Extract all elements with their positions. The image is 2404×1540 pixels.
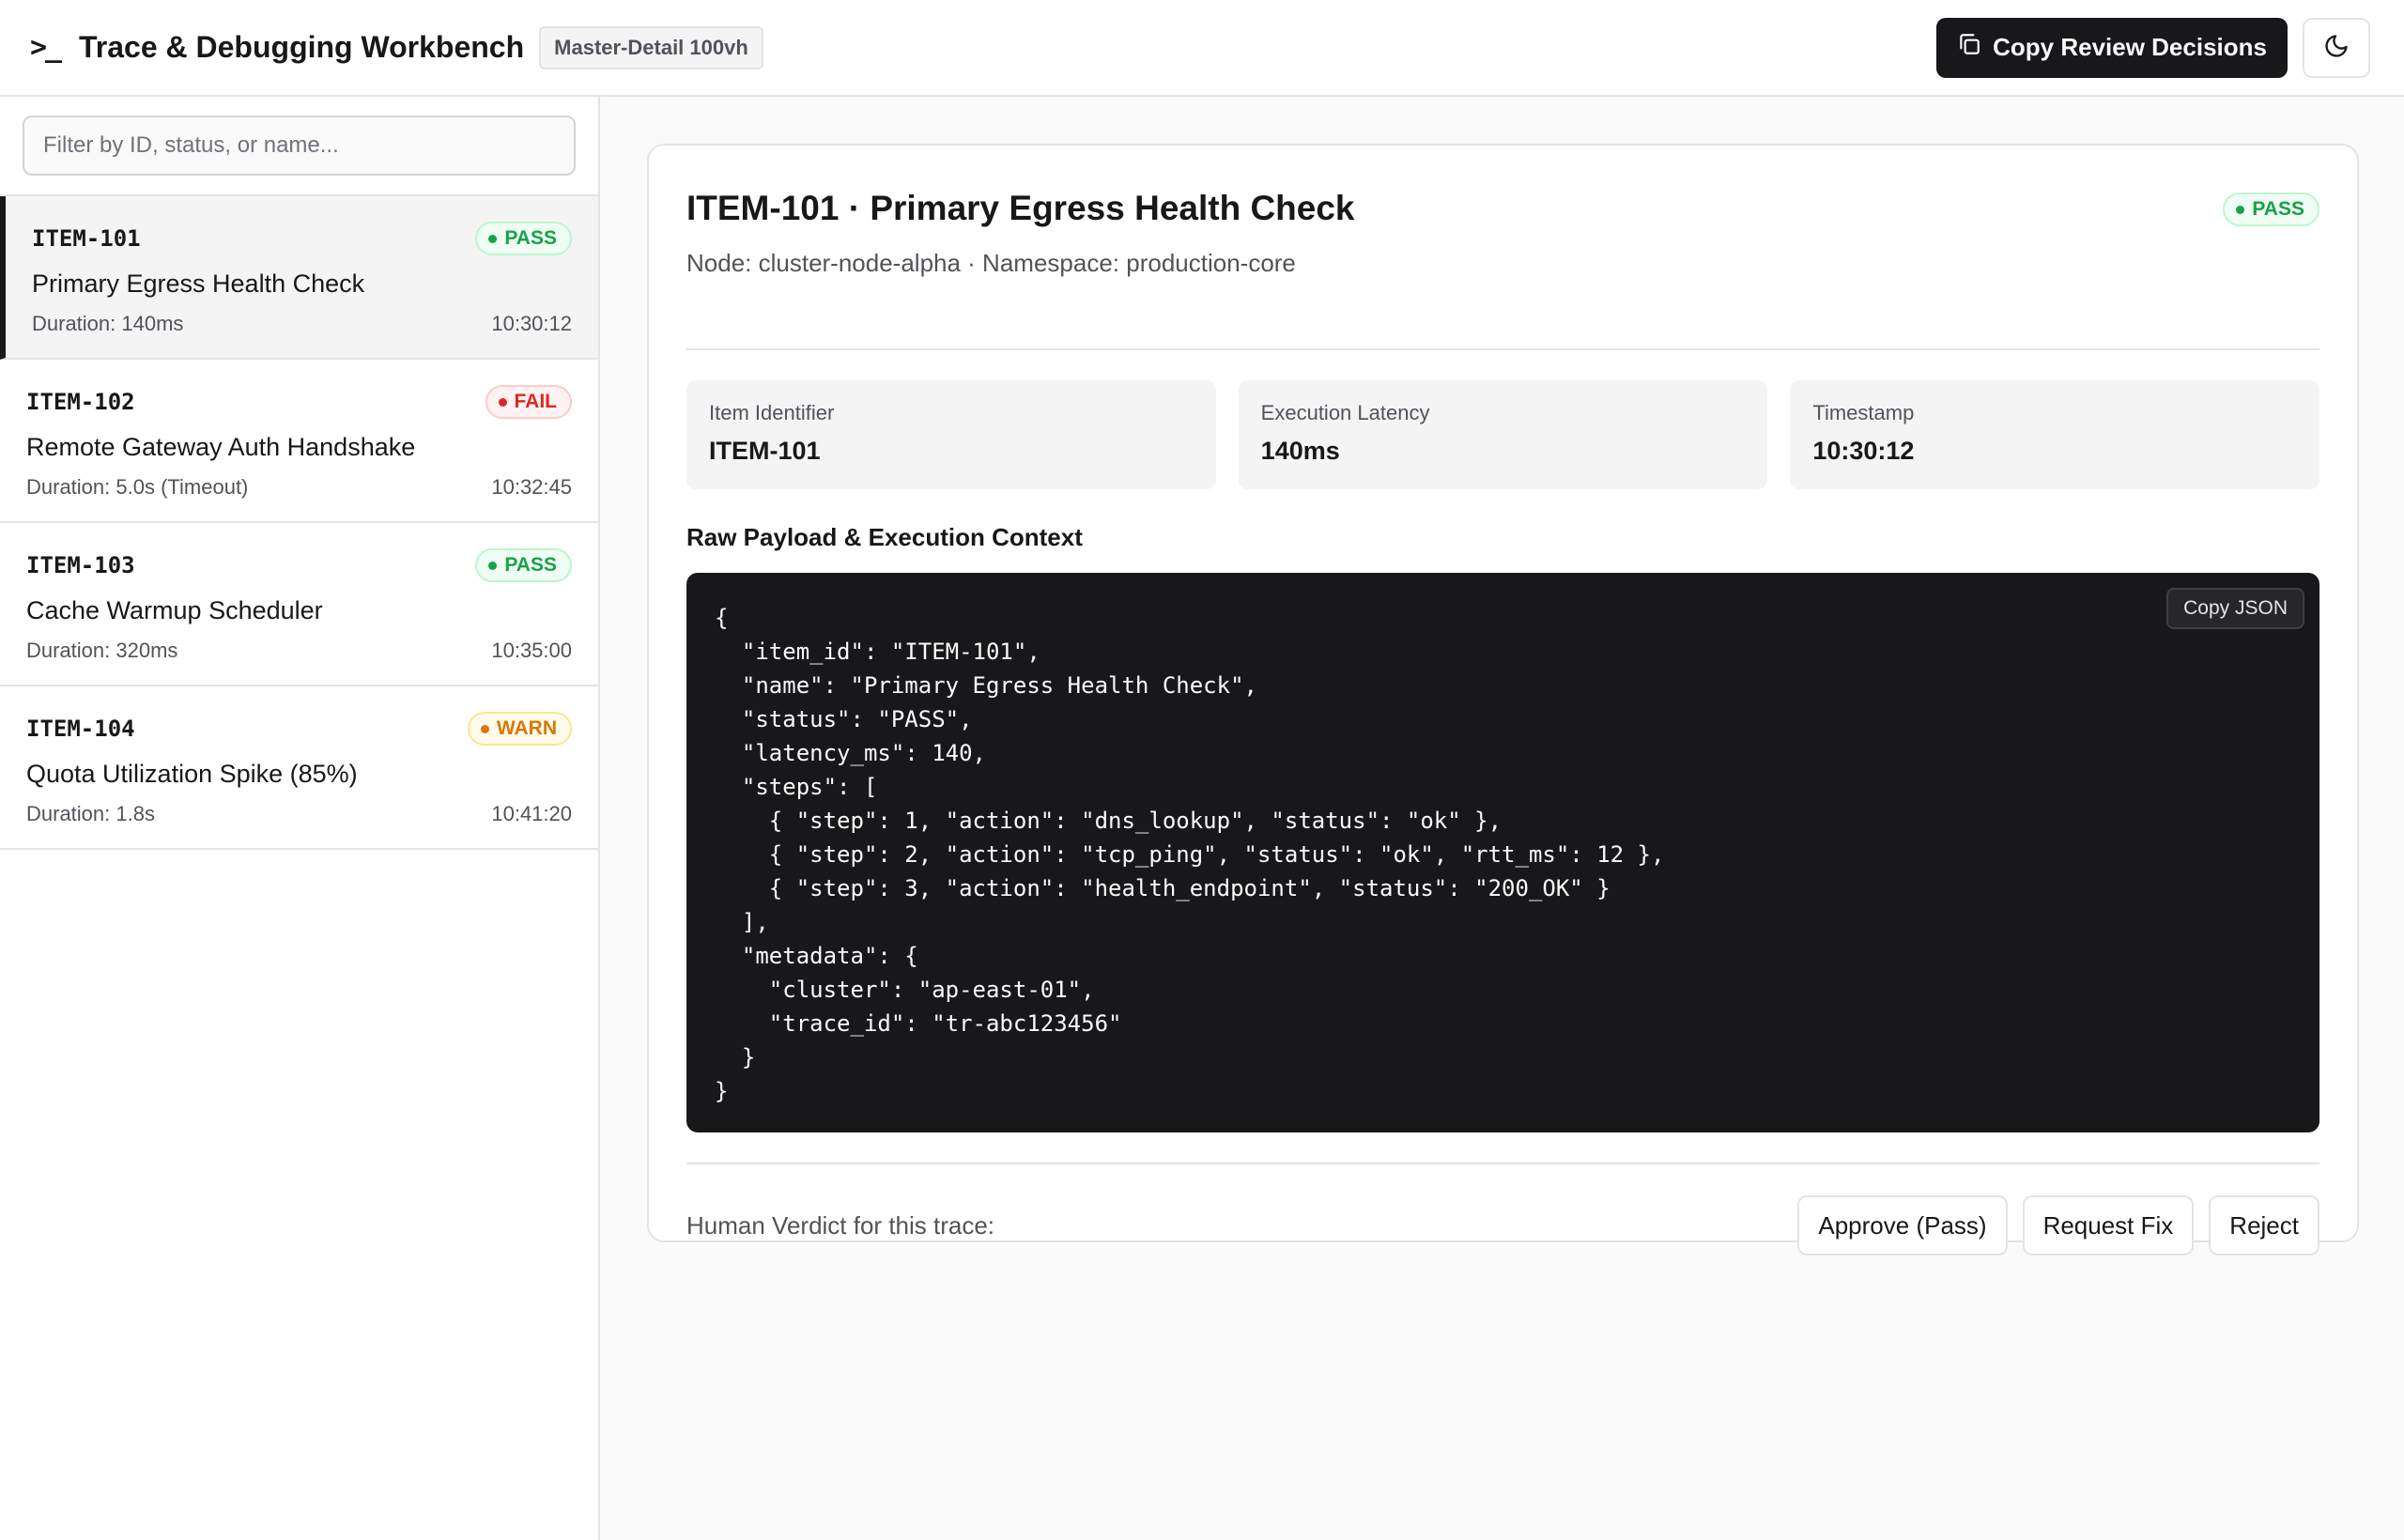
item-id: ITEM-104 [26, 716, 135, 742]
item-duration: Duration: 140ms [32, 312, 184, 335]
item-time: 10:41:20 [491, 802, 572, 825]
status-label: PASS [504, 554, 557, 576]
meta-execution-latency: Execution Latency 140ms [1238, 380, 1768, 489]
meta-value: ITEM-101 [709, 437, 821, 465]
status-dot-icon [2236, 205, 2245, 214]
request-fix-button[interactable]: Request Fix [2022, 1195, 2195, 1255]
status-dot-icon [488, 561, 498, 570]
meta-value: 10:30:12 [1812, 437, 1915, 465]
status-label: WARN [496, 717, 557, 739]
copy-review-decisions-button[interactable]: Copy Review Decisions [1936, 17, 2288, 78]
payload-json: { "item_id": "ITEM-101", "name": "Primar… [715, 605, 1665, 1104]
moon-icon [2323, 33, 2350, 62]
verdict-actions: Approve (Pass) Request Fix Reject [1797, 1195, 2319, 1255]
meta-item-identifier: Item Identifier ITEM-101 [686, 380, 1216, 489]
item-name: Remote Gateway Auth Handshake [26, 433, 416, 461]
filter-bar [0, 97, 598, 196]
detail-status-badge: PASS [2223, 192, 2319, 226]
detail-subtitle: Node: cluster-node-alpha · Namespace: pr… [686, 249, 1296, 277]
approve-button[interactable]: Approve (Pass) [1797, 1195, 2008, 1255]
meta-label: Execution Latency [1260, 401, 1430, 424]
trace-list-item-102[interactable]: ITEM-102 FAIL Remote Gateway Auth Handsh… [0, 360, 598, 523]
trace-list-item-104[interactable]: ITEM-104 WARN Quota Utilization Spike (8… [0, 686, 598, 850]
item-duration: Duration: 1.8s [26, 802, 155, 825]
status-label: PASS [2252, 198, 2304, 220]
item-name: Quota Utilization Spike (85%) [26, 760, 358, 788]
status-badge: PASS [475, 548, 572, 582]
item-duration: Duration: 320ms [26, 639, 178, 662]
copy-review-decisions-label: Copy Review Decisions [1993, 33, 2267, 61]
meta-value: 140ms [1260, 437, 1340, 465]
app-title: Trace & Debugging Workbench [79, 30, 525, 64]
copy-icon [1957, 32, 1981, 63]
item-time: 10:35:00 [491, 639, 572, 662]
app-header: >_ Trace & Debugging Workbench Master-De… [0, 0, 2404, 97]
detail-card: ITEM-101 · Primary Egress Health Check N… [647, 144, 2359, 1255]
status-badge: WARN [467, 712, 572, 746]
status-label: PASS [504, 227, 557, 249]
status-badge: PASS [475, 222, 572, 255]
meta-label: Item Identifier [709, 401, 835, 424]
reject-button[interactable]: Reject [2209, 1195, 2319, 1255]
item-id: ITEM-103 [26, 552, 135, 578]
trace-list-item-103[interactable]: ITEM-103 PASS Cache Warmup Scheduler Dur… [0, 523, 598, 686]
trace-list-sidebar: ITEM-101 PASS Primary Egress Health Chec… [0, 97, 600, 1540]
status-dot-icon [498, 397, 507, 407]
item-time: 10:30:12 [491, 312, 572, 335]
theme-toggle-button[interactable] [2303, 17, 2370, 78]
meta-label: Timestamp [1812, 401, 1915, 424]
status-label: FAIL [514, 391, 558, 412]
verdict-label: Human Verdict for this trace: [686, 1210, 995, 1240]
terminal-icon: >_ [30, 31, 62, 64]
detail-header: ITEM-101 · Primary Egress Health Check N… [686, 189, 2319, 350]
copy-json-button[interactable]: Copy JSON [2166, 588, 2304, 629]
status-dot-icon [480, 724, 489, 733]
trace-list-item-101[interactable]: ITEM-101 PASS Primary Egress Health Chec… [0, 196, 598, 360]
detail-pane: ITEM-101 · Primary Egress Health Check N… [600, 97, 2404, 1540]
item-duration: Duration: 5.0s (Timeout) [26, 475, 249, 499]
detail-title: ITEM-101 · Primary Egress Health Check [686, 189, 1355, 227]
filter-input[interactable] [23, 116, 576, 176]
item-name: Cache Warmup Scheduler [26, 596, 323, 624]
item-id: ITEM-101 [32, 225, 141, 252]
item-name: Primary Egress Health Check [32, 270, 365, 298]
item-id: ITEM-102 [26, 389, 135, 415]
status-dot-icon [488, 234, 498, 243]
meta-row: Item Identifier ITEM-101 Execution Laten… [686, 380, 2320, 489]
meta-timestamp: Timestamp 10:30:12 [1790, 380, 2320, 489]
payload-section-title: Raw Payload & Execution Context [686, 523, 1083, 551]
item-time: 10:32:45 [491, 475, 572, 499]
layout-badge: Master-Detail 100vh [539, 25, 763, 69]
status-badge: FAIL [485, 385, 572, 419]
payload-code-block: Copy JSON { "item_id": "ITEM-101", "name… [686, 573, 2319, 1132]
verdict-bar: Human Verdict for this trace: Approve (P… [686, 1163, 2319, 1286]
